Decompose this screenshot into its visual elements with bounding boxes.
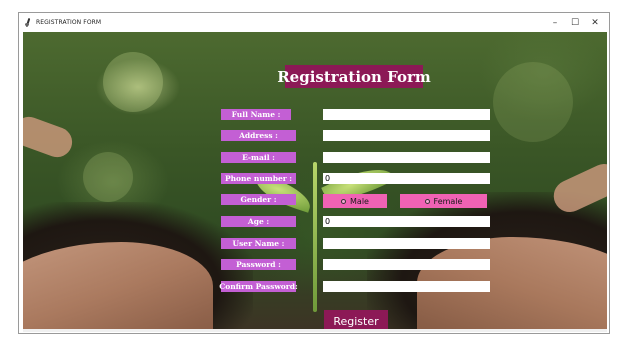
window-bottom-edge [23,329,607,332]
radio-circle-icon [424,198,430,204]
background-bokeh [83,152,133,202]
email-input[interactable] [323,152,490,163]
username-input[interactable] [323,238,490,249]
username-label: User Name : [221,238,296,249]
address-label: Address : [221,130,296,141]
window-controls: – ☐ ✕ [545,13,605,32]
radio-circle-icon [341,198,347,204]
phone-input[interactable] [323,173,490,184]
gender-male-radio[interactable]: Male [323,194,387,208]
confirm-password-label: Confirm Password: [219,281,298,292]
app-window: REGISTRATION FORM – ☐ ✕ Registration For… [18,12,610,334]
gender-female-radio[interactable]: Female [400,194,487,208]
gender-label: Gender : [221,194,296,205]
background-bokeh [103,52,163,112]
window-title: REGISTRATION FORM [36,19,102,26]
gender-male-label: Male [350,196,369,206]
background-finger-left [23,112,77,162]
password-label: Password : [221,259,296,270]
background-sprout [313,162,317,312]
phone-label: Phone number : [221,173,296,184]
full-name-label: Full Name : [221,109,291,120]
background-hand-left [23,242,213,332]
close-button[interactable]: ✕ [585,13,605,32]
gender-female-label: Female [433,196,463,206]
full-name-input[interactable] [323,109,490,120]
email-label: E-mail : [221,152,296,163]
address-input[interactable] [323,130,490,141]
form-canvas: Registration Form Full Name : Address : … [23,32,607,332]
age-label: Age : [221,216,296,227]
form-heading: Registration Form [277,65,431,88]
window-titlebar[interactable]: REGISTRATION FORM – ☐ ✕ [19,13,609,32]
feather-icon [25,18,32,27]
age-input[interactable] [323,216,490,227]
password-input[interactable] [323,259,490,270]
background-bokeh [493,62,573,142]
maximize-button[interactable]: ☐ [565,13,585,32]
confirm-password-input[interactable] [323,281,490,292]
minimize-button[interactable]: – [545,13,565,32]
